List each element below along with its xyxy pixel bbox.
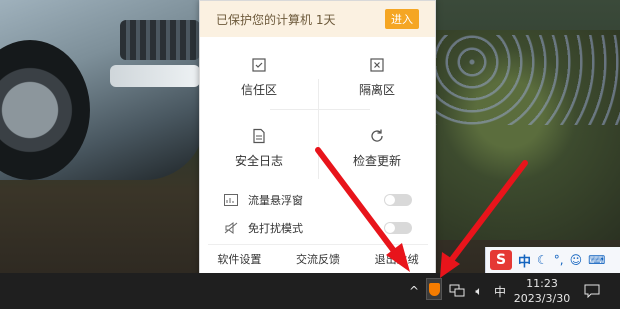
wallpaper-car: [0, 0, 205, 180]
do-not-disturb-label: 免打扰模式: [248, 222, 303, 235]
ime-mode-label[interactable]: 中: [518, 251, 531, 270]
notification-icon[interactable]: [580, 273, 604, 309]
traffic-window-toggle[interactable]: [384, 194, 412, 206]
do-not-disturb-toggle[interactable]: [384, 222, 412, 234]
punctuation-icon[interactable]: °,: [554, 253, 564, 267]
huorong-tray-popup: 已保护您的计算机 1天 进入 信任区 隔离区 安全日志 检查更新 流量悬浮窗 免…: [199, 0, 436, 282]
show-hidden-icons-chevron[interactable]: ^: [405, 273, 423, 309]
refresh-icon: [371, 129, 383, 142]
huorong-shield-icon[interactable]: [426, 278, 442, 300]
clock-date: 2023/3/30: [513, 292, 571, 305]
mute-bell-icon: [224, 222, 238, 234]
check-update-button[interactable]: 检查更新: [318, 108, 436, 179]
protection-header: 已保护您的计算机 1天 进入: [200, 1, 435, 37]
traffic-chart-icon: [224, 194, 238, 206]
do-not-disturb-row: 免打扰模式: [200, 214, 436, 242]
ime-language-bar: S 中 ☾ °, ☺ ⌨: [485, 247, 620, 273]
check-update-label: 检查更新: [352, 154, 401, 168]
input-method-indicator[interactable]: 中: [490, 273, 510, 309]
enter-button[interactable]: 进入: [385, 9, 419, 29]
emoji-icon[interactable]: ☺: [570, 253, 583, 267]
log-document-icon: [253, 128, 265, 144]
traffic-window-row: 流量悬浮窗: [200, 186, 436, 214]
security-log-button[interactable]: 安全日志: [200, 108, 318, 179]
trust-check-icon: [252, 58, 266, 72]
popup-footer: 软件设置 交流反馈 退出火绒: [200, 251, 436, 267]
keyboard-icon[interactable]: ⌨: [588, 253, 605, 267]
volume-icon[interactable]: 🔈︎: [468, 273, 490, 309]
toggle-list: 流量悬浮窗 免打扰模式: [200, 186, 436, 242]
network-icon[interactable]: [446, 273, 468, 309]
software-settings-link[interactable]: 软件设置: [217, 251, 261, 267]
clock-time: 11:23: [526, 277, 558, 290]
sogou-logo-icon[interactable]: S: [490, 250, 512, 270]
trust-zone-label: 信任区: [240, 83, 277, 97]
traffic-window-label: 流量悬浮窗: [248, 194, 303, 207]
quarantine-x-icon: [370, 58, 384, 72]
moon-icon[interactable]: ☾: [537, 253, 548, 267]
exit-huorong-link[interactable]: 退出火绒: [375, 251, 419, 267]
protection-days-text: 已保护您的计算机 1天: [216, 12, 336, 27]
trust-zone-button[interactable]: 信任区: [200, 37, 318, 108]
quarantine-label: 隔离区: [358, 83, 395, 97]
feature-grid: 信任区 隔离区 安全日志 检查更新: [200, 37, 436, 179]
feedback-link[interactable]: 交流反馈: [296, 251, 340, 267]
security-log-label: 安全日志: [234, 154, 283, 168]
quarantine-button[interactable]: 隔离区: [318, 37, 436, 108]
taskbar-clock[interactable]: 11:23 2023/3/30: [510, 276, 574, 306]
